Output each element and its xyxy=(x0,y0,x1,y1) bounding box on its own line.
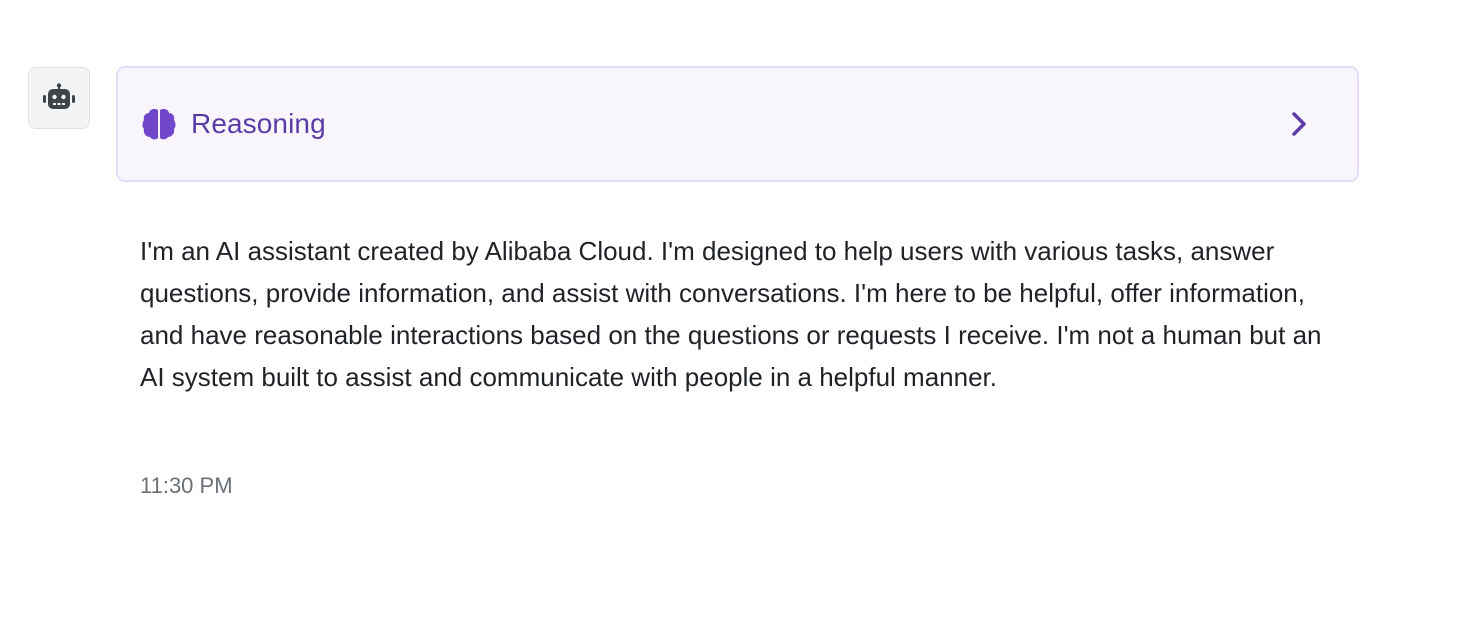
robot-icon xyxy=(42,83,76,113)
assistant-avatar xyxy=(28,67,90,129)
message-text: I'm an AI assistant created by Alibaba C… xyxy=(140,236,1322,392)
brain-icon xyxy=(142,107,176,141)
reasoning-toggle[interactable]: Reasoning xyxy=(116,66,1359,182)
reasoning-label: Reasoning xyxy=(191,108,326,139)
message-timestamp: 11:30 PM xyxy=(140,473,233,498)
assistant-message: Reasoning I'm an AI assistant created by… xyxy=(0,0,1464,636)
chevron-right-icon[interactable] xyxy=(1285,110,1313,138)
